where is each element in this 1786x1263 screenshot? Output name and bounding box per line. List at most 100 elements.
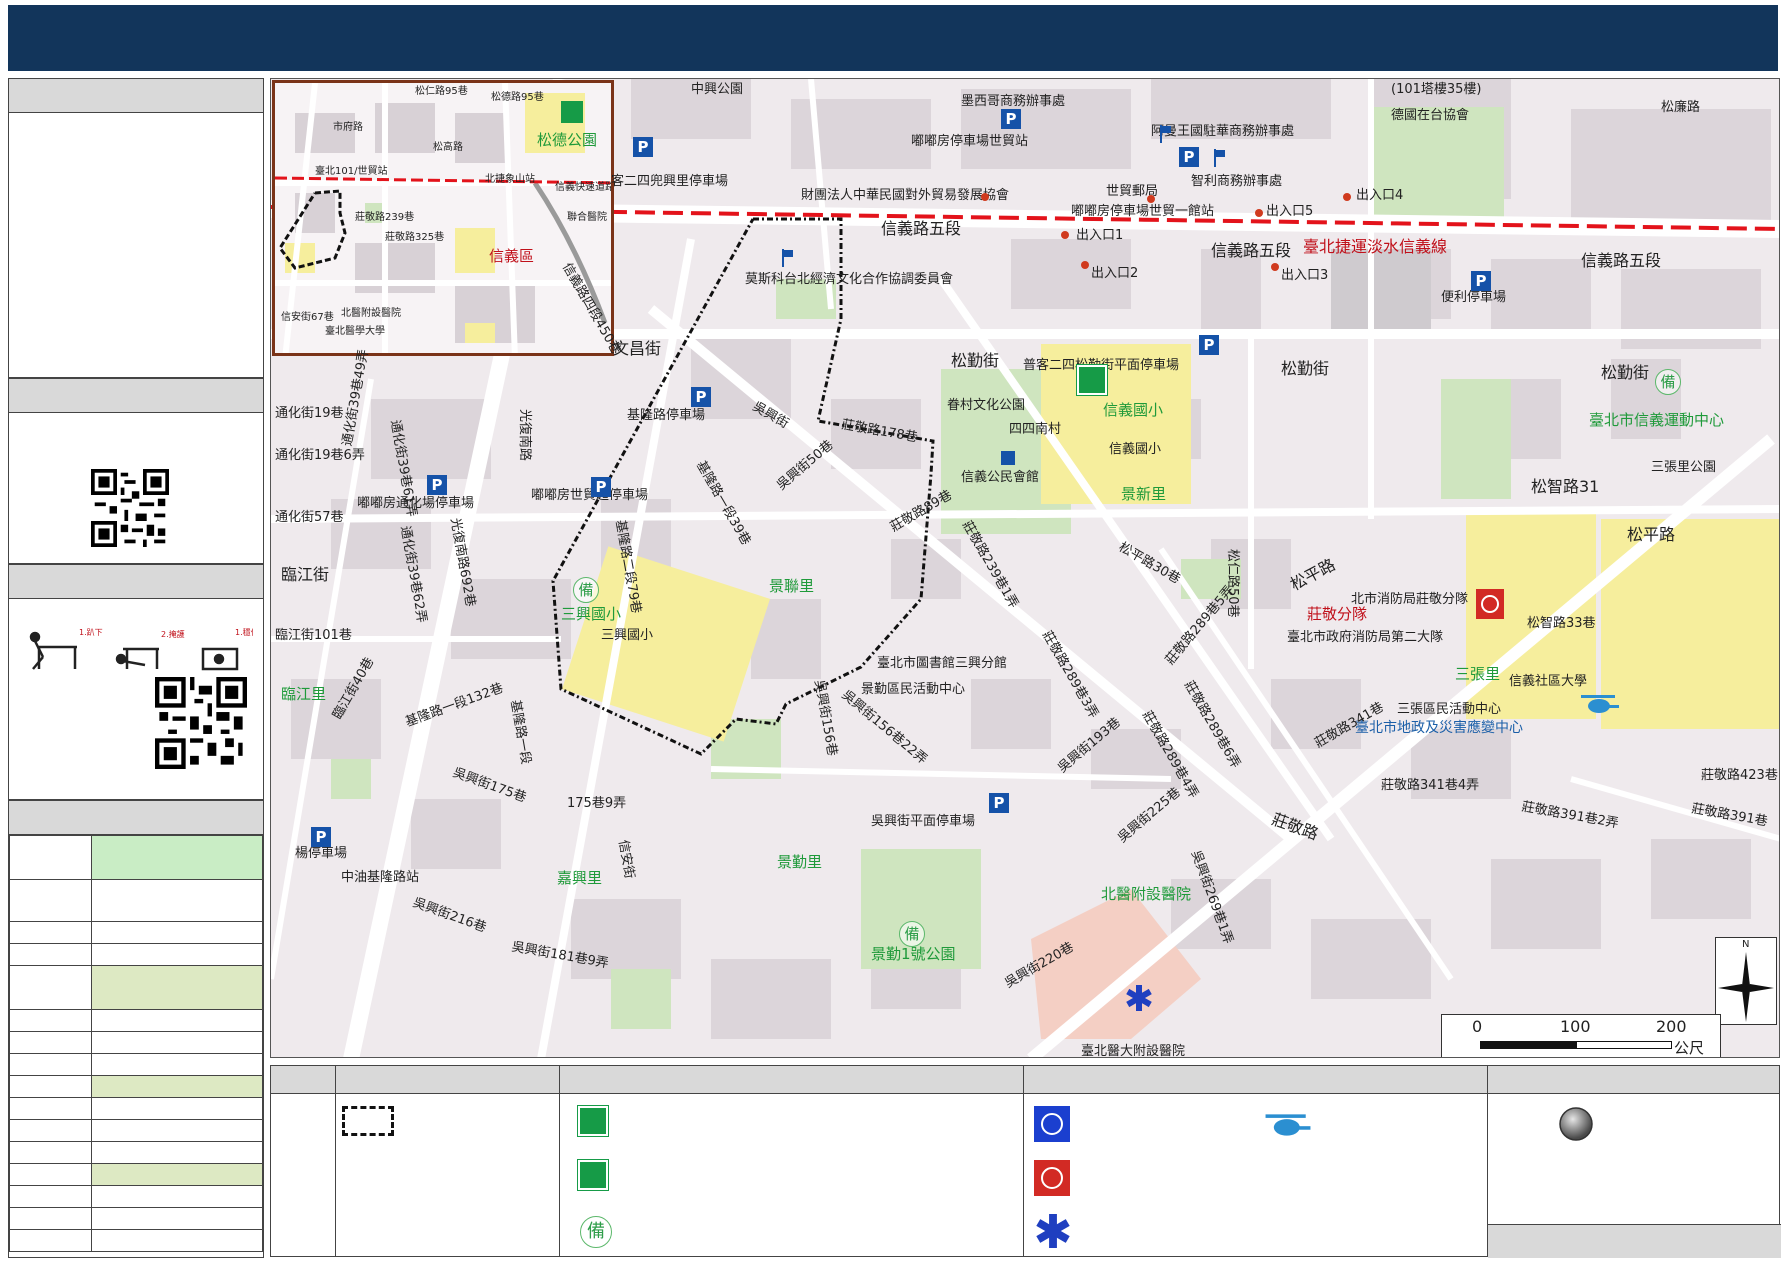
map-label: 出入口3	[1281, 268, 1329, 283]
side-panel-header	[9, 379, 263, 413]
parking-icon: P	[989, 793, 1009, 813]
point-marker-icon	[1559, 1107, 1593, 1141]
main-map[interactable]: 松德路95巷 松仁路95巷 松德公園 市府路 松高路 臺北101/世貿站 北捷象…	[270, 78, 1780, 1058]
parking-icon: P	[591, 477, 611, 497]
parking-icon: P	[1199, 335, 1219, 355]
map-label: 北市消防局莊敬分隊	[1351, 592, 1469, 607]
map-label: 嘉興里	[557, 869, 603, 887]
map-label: 信義國小	[1103, 401, 1164, 419]
inset-label: 臺北101/世貿站	[315, 166, 388, 177]
map-label: 臺北市地政及災害應變中心	[1355, 720, 1523, 736]
map-label: 嘟嘟房通化場停車場	[357, 496, 475, 511]
map-label: 中興公園	[691, 82, 744, 97]
scale-tick-200: 200	[1656, 1017, 1687, 1036]
map-label: 臨江街101巷	[275, 628, 352, 643]
bei-icon: 備	[573, 577, 599, 603]
map-label: 松勤街	[1601, 363, 1650, 382]
map-label: 嘟嘟房停車場世貿站	[911, 134, 1029, 149]
map-label: 出入口1	[1076, 228, 1124, 243]
map-label: 財團法人中華民國對外貿易發展協會	[801, 188, 1010, 203]
map-label: 通化街19巷	[275, 406, 344, 421]
legend-col-agency	[1023, 1066, 1487, 1256]
side-panel-safety: 1.趴下 2.掩護 1.穩住	[8, 564, 264, 800]
side-panel-table	[8, 800, 264, 1258]
scale-tick-100: 100	[1560, 1017, 1591, 1036]
map-label: 吳興街平面停車場	[871, 814, 976, 829]
bei-icon: 備	[899, 921, 925, 947]
inset-label: 市府路	[333, 122, 363, 133]
map-label: 松勤街	[1281, 359, 1330, 378]
inset-label: 北捷象山站	[485, 174, 535, 185]
inset-label: 信安街67巷	[281, 312, 334, 323]
map-label: 莊敬分隊	[1307, 605, 1368, 623]
map-label: 臨江里	[281, 685, 327, 703]
map-label: 臺北醫大附設醫院	[1081, 1044, 1186, 1058]
map-label: 便利停車場	[1441, 290, 1507, 305]
flag-icon	[1214, 149, 1225, 167]
map-label: 楊停車場	[295, 846, 348, 861]
map-label: 莫斯科台北經濟文化合作協調委員會	[745, 272, 954, 287]
svg-text:2.掩護: 2.掩護	[161, 629, 185, 639]
medical-icon	[1126, 985, 1152, 1011]
compass-icon: N	[1715, 937, 1777, 1025]
inset-label: 莊敬路325巷	[385, 232, 445, 243]
qr-code-icon	[91, 469, 169, 547]
map-label: 臺北市圖書館三興分館	[877, 656, 1008, 671]
parking-icon: P	[633, 137, 653, 157]
map-label: 臨江街	[281, 565, 330, 584]
map-label: 三張區民活動中心	[1397, 702, 1502, 717]
map-label: 景聯里	[769, 577, 815, 595]
fire-icon	[1034, 1160, 1070, 1196]
police-icon	[1034, 1106, 1070, 1142]
library-icon	[1001, 451, 1015, 465]
bei-icon: 備	[1655, 369, 1681, 395]
map-label: 175巷9弄	[567, 796, 627, 811]
map-label: 信義路五段	[1581, 251, 1662, 270]
map-label: 松勤街	[951, 351, 1000, 370]
legend-col-shelter: 備	[559, 1066, 1023, 1256]
map-label: 松廉路	[1661, 100, 1701, 115]
bei-icon: 備	[580, 1216, 612, 1248]
parking-icon: P	[427, 475, 447, 495]
boundary-swatch	[342, 1106, 394, 1136]
legend-panel: 備	[270, 1065, 1781, 1258]
map-label: 臺北捷運淡水信義線	[1303, 237, 1448, 256]
flag-icon	[782, 249, 793, 267]
shelter-icon	[1076, 364, 1108, 396]
map-label: 信義國小	[1109, 442, 1162, 457]
side-panel-info	[8, 78, 264, 378]
svg-text:1.穩住: 1.穩住	[235, 627, 253, 637]
map-label: 莊敬路423巷	[1701, 768, 1778, 783]
title-bar	[8, 5, 1778, 71]
map-label: 信義社區大學	[1509, 674, 1588, 689]
map-label: (101塔樓35樓)	[1391, 82, 1482, 97]
quake-safety-icon: 1.趴下 2.掩護 1.穩住	[29, 627, 253, 671]
shelter-icon	[577, 1105, 609, 1137]
poi-dot	[1081, 261, 1089, 269]
map-label: 莊敬路341巷4弄	[1381, 778, 1480, 793]
poi-dot	[1255, 209, 1263, 217]
map-label: 松仁路50巷	[1225, 549, 1240, 618]
flag-icon	[1160, 125, 1171, 143]
svg-text:1.趴下: 1.趴下	[79, 628, 103, 637]
map-label: 信義公民會館	[961, 470, 1040, 485]
fire-icon	[1476, 589, 1504, 619]
map-label: 光復南路	[517, 409, 532, 462]
map-label: 墨西哥商務辦事處	[961, 94, 1066, 109]
map-label: 松智路33巷	[1527, 616, 1596, 631]
inset-label: 松德路95巷	[491, 92, 544, 103]
qr-code-icon	[155, 677, 247, 769]
side-panel-qr	[8, 378, 264, 564]
scale-bar: 0 100 200 公尺	[1441, 1014, 1721, 1057]
map-label: 基隆路停車場	[627, 408, 706, 423]
inset-label: 北醫附設醫院	[341, 308, 401, 319]
compass-north: N	[1742, 939, 1750, 950]
map-label: 松智路31	[1531, 477, 1600, 496]
inset-label: 聯合醫院	[567, 212, 607, 223]
parking-icon: P	[1471, 271, 1491, 291]
map-label: 嘟嘟房世貿超停車場	[531, 488, 649, 503]
poi-dot	[981, 193, 989, 201]
legend-col-other	[1487, 1066, 1781, 1258]
parking-icon: P	[1001, 109, 1021, 129]
inset-label: 臺北醫學大學	[325, 326, 385, 337]
